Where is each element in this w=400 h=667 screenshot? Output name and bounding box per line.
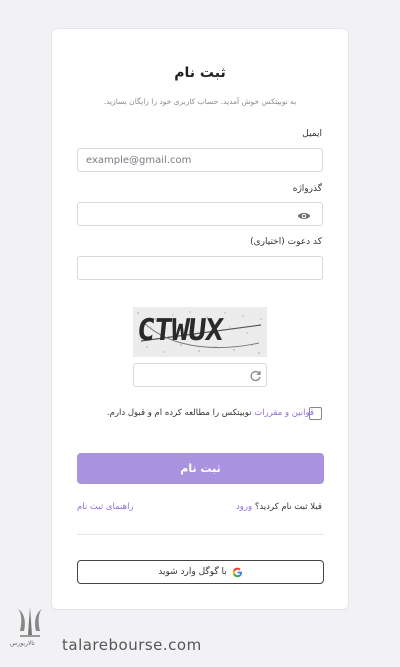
divider	[77, 534, 324, 535]
invite-code-field[interactable]	[77, 256, 323, 280]
eye-icon[interactable]	[297, 209, 311, 223]
password-field[interactable]	[77, 202, 323, 226]
captcha-text: CTWUX	[135, 313, 225, 348]
email-label: ایمیل	[302, 129, 322, 139]
page-subtitle: به نوبیتکس خوش آمدید. حساب کاربری خود را…	[103, 97, 297, 106]
google-signin-label: با گوگل وارد شوید	[158, 567, 227, 577]
already-registered-text: قبلا ثبت نام کردید؟	[254, 502, 322, 512]
terms-text: قوانین و مقررات نوبیتکس را مطالعه کرده ا…	[107, 408, 314, 418]
email-field[interactable]	[77, 148, 323, 172]
signup-button[interactable]: ثبت نام	[77, 453, 324, 484]
watermark-url: talarebourse.com	[62, 636, 202, 654]
page-title: ثبت نام	[174, 65, 226, 81]
captcha-image: CTWUX	[133, 307, 267, 357]
terms-sentence: نوبیتکس را مطالعه کرده ام و قبول دارم.	[106, 408, 255, 418]
login-link[interactable]: ورود	[236, 502, 252, 512]
captcha-input[interactable]	[133, 363, 267, 387]
refresh-icon[interactable]	[249, 369, 262, 382]
google-icon	[232, 567, 242, 577]
terms-link[interactable]: قوانین و مقررات	[254, 408, 314, 418]
google-signin-button[interactable]: با گوگل وارد شوید	[77, 560, 324, 584]
invite-code-label: کد دعوت (اختیاری)	[250, 237, 322, 247]
login-prompt: قبلا ثبت نام کردید؟ ورود	[236, 502, 322, 512]
signup-guide-link[interactable]: راهنمای ثبت نام	[77, 502, 134, 512]
watermark-brand: تالاربورس	[10, 640, 35, 647]
password-label: گذرواژه	[292, 184, 322, 194]
signup-card: ثبت نام به نوبیتکس خوش آمدید. حساب کاربر…	[51, 28, 349, 610]
